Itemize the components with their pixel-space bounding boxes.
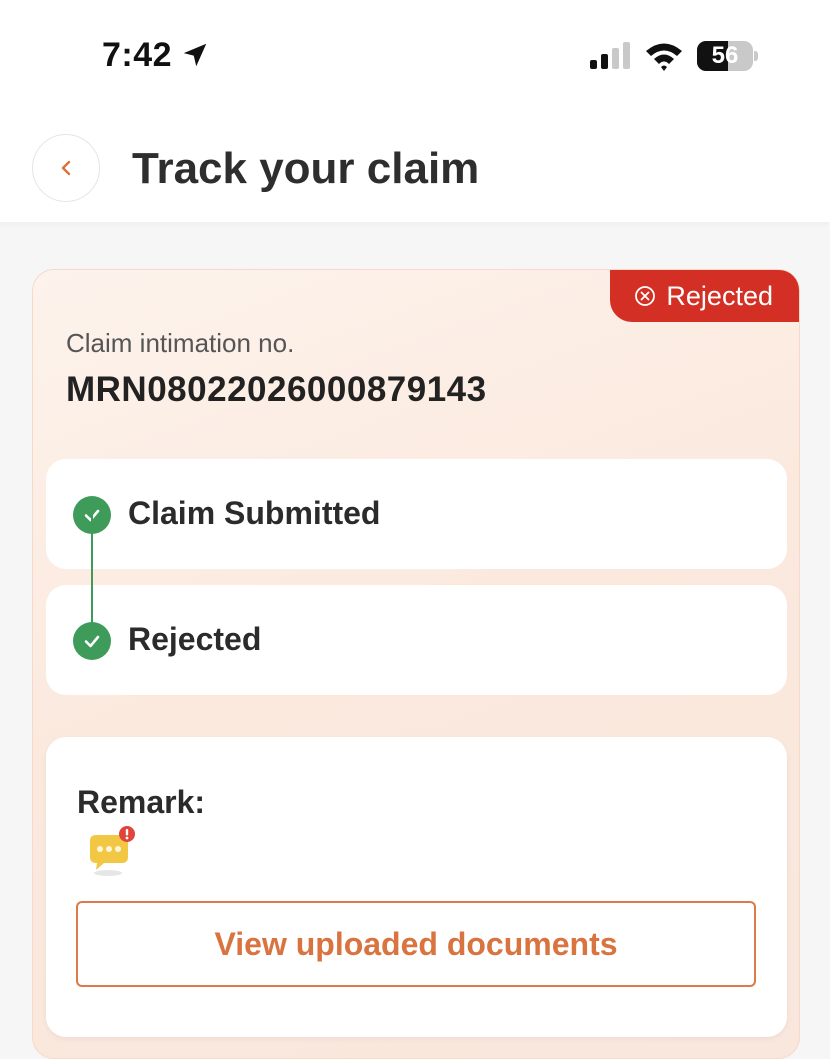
- view-uploaded-documents-button[interactable]: View uploaded documents: [76, 901, 756, 987]
- back-button[interactable]: [32, 134, 100, 202]
- timeline-step-rejected: Rejected: [46, 585, 787, 695]
- step-label: Rejected: [128, 621, 262, 657]
- claim-card: Rejected Claim intimation no. MRN0802202…: [32, 269, 800, 1059]
- battery-indicator: 56: [697, 41, 759, 71]
- timeline-connector: [91, 515, 93, 635]
- close-circle-icon: [635, 286, 656, 306]
- step-label: Claim Submitted: [128, 495, 381, 531]
- status-badge: Rejected: [610, 270, 799, 322]
- status-bar: 7:42 56: [0, 0, 830, 110]
- status-badge-label: Rejected: [666, 280, 773, 311]
- intimation-label: Claim intimation no.: [66, 328, 295, 358]
- chevron-left-icon: [61, 160, 71, 176]
- remark-card: Remark: View uploaded documents: [46, 737, 787, 1037]
- remark-title: Remark:: [77, 784, 206, 820]
- wifi-icon: [646, 43, 682, 71]
- chat-alert-icon: [90, 826, 135, 876]
- intimation-number: MRN08022026000879143: [66, 370, 487, 409]
- app-header: Track your claim: [0, 110, 830, 222]
- battery-level: 56: [711, 42, 739, 69]
- page-title: Track your claim: [132, 144, 480, 193]
- cellular-signal-icon: [590, 42, 630, 69]
- location-arrow-icon: [183, 43, 207, 67]
- timeline-step-claim-submitted: Claim Submitted: [46, 459, 787, 569]
- status-time: 7:42: [102, 36, 173, 74]
